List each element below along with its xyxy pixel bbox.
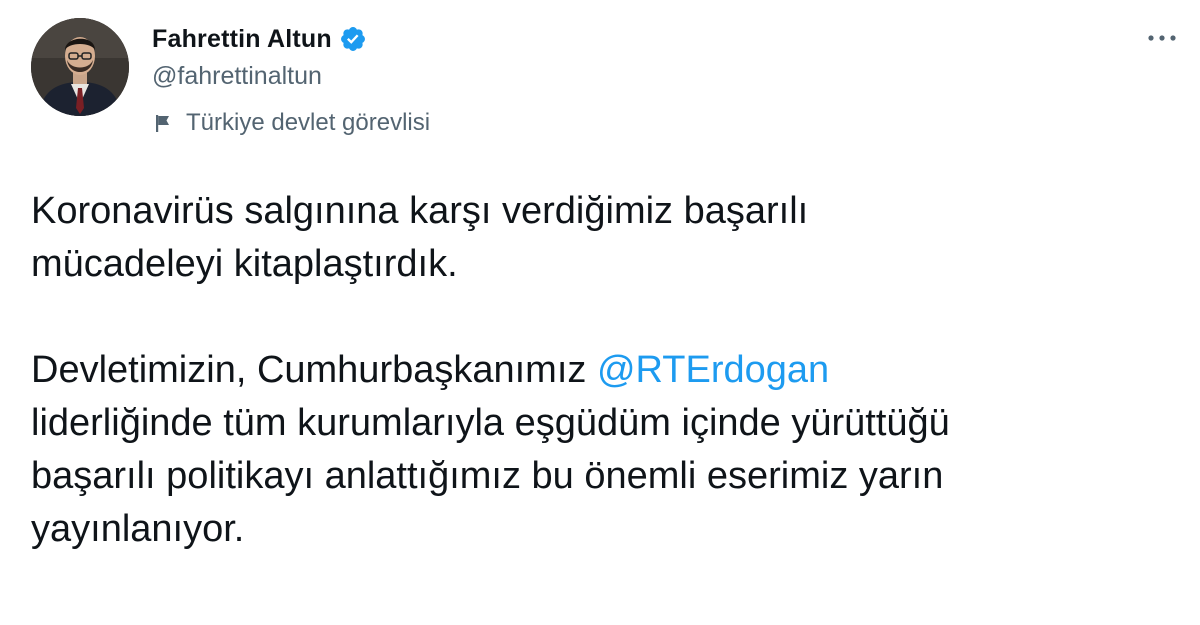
author-name-row: Fahrettin Altun (152, 22, 367, 56)
tweet-line: başarılı politikayı anlattığımız bu önem… (31, 455, 944, 497)
author-name[interactable]: Fahrettin Altun (152, 25, 332, 54)
tweet-card: Fahrettin Altun @fahrettinaltun Türkiye … (0, 0, 1200, 625)
more-options-icon (1148, 35, 1176, 41)
mention-link[interactable]: @RTErdogan (597, 349, 829, 391)
avatar-image (31, 18, 129, 116)
tweet-line: liderliğinde tüm kurumlarıyla eşgüdüm iç… (31, 402, 950, 444)
avatar[interactable] (31, 18, 129, 116)
tweet-paragraph-2: Devletimizin, Cumhurbaşkanımız @RTErdoga… (31, 344, 1191, 556)
tweet-line: Koronavirüs salgınına karşı verdiğimiz b… (31, 190, 809, 232)
tweet-paragraph-1: Koronavirüs salgınına karşı verdiğimiz b… (31, 185, 1191, 291)
tweet-line: mücadeleyi kitaplaştırdık. (31, 243, 458, 285)
tweet-text: Koronavirüs salgınına karşı verdiğimiz b… (31, 185, 1191, 556)
flag-icon (152, 112, 174, 134)
more-options-button[interactable] (1140, 20, 1184, 56)
verified-badge-icon (339, 25, 367, 53)
account-label-text: Türkiye devlet görevlisi (186, 109, 431, 136)
tweet-line: yayınlanıyor. (31, 508, 245, 550)
author-handle[interactable]: @fahrettinaltun (152, 62, 322, 91)
tweet-line: Devletimizin, Cumhurbaşkanımız (31, 349, 597, 391)
account-label: Türkiye devlet görevlisi (152, 106, 430, 140)
